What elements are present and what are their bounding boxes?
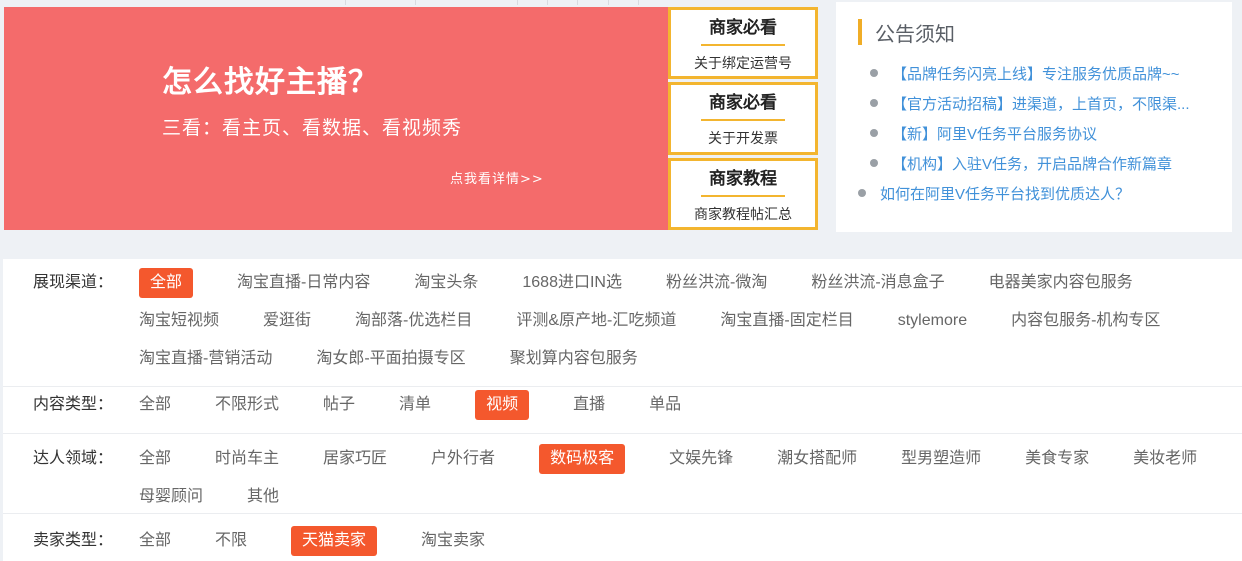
filter-row-content-type: 内容类型： 全部 不限形式 帖子 清单 视频 直播 单品 [3,387,1242,434]
filter-option[interactable]: stylemore [898,306,967,336]
card-subtitle: 商家教程帖汇总 [694,204,792,224]
announcement-list: 【品牌任务闪亮上线】专注服务优质品牌~~ 【官方活动招稿】进渠道，上首页，不限渠… [858,58,1214,208]
filter-option[interactable]: 聚划算内容包服务 [510,344,638,374]
filter-options: 全部 时尚车主 居家巧匠 户外行者 数码极客 文娱先锋 潮女搭配师 型男塑造师 … [139,444,1242,512]
filter-option[interactable]: 爱逛街 [263,306,311,336]
bullet-icon [870,129,878,137]
announcement-link[interactable]: 【官方活动招稿】进渠道，上首页，不限渠... [892,93,1190,114]
card-underline [701,195,785,197]
bullet-icon [858,189,866,197]
tick [415,0,416,5]
filter-row-seller-type: 卖家类型： 全部 不限 天猫卖家 淘宝卖家 [3,514,1242,561]
announcement-header: 公告须知 [858,18,1214,46]
filter-option[interactable]: 型男塑造师 [901,444,981,474]
tick [638,0,639,5]
filter-option[interactable]: 母婴顾问 [139,482,203,512]
accent-bar [858,19,862,45]
announcement-item: 【机构】入驻V任务，开启品牌合作新篇章 [858,148,1214,178]
filter-option[interactable]: 粉丝洪流-消息盒子 [811,268,944,298]
announcement-item: 【官方活动招稿】进渠道，上首页，不限渠... [858,88,1214,118]
filter-option[interactable]: 全部 [139,390,171,420]
bullet-icon [870,69,878,77]
banner-cta-link[interactable]: 点我看详情>> [450,168,544,187]
filter-options: 全部 不限形式 帖子 清单 视频 直播 单品 [139,390,1242,420]
merchant-notice-card[interactable]: 商家教程 商家教程帖汇总 [668,158,818,230]
announcement-item: 【品牌任务闪亮上线】专注服务优质品牌~~ [858,58,1214,88]
announcement-link[interactable]: 【品牌任务闪亮上线】专注服务优质品牌~~ [892,63,1180,84]
card-underline [701,44,785,46]
filter-option[interactable]: 全部 [139,268,193,298]
announcement-panel: 公告须知 【品牌任务闪亮上线】专注服务优质品牌~~ 【官方活动招稿】进渠道，上首… [836,2,1232,232]
filter-options: 全部 淘宝直播-日常内容 淘宝头条 1688进口IN选 粉丝洪流-微淘 粉丝洪流… [139,268,1242,374]
announcement-item: 如何在阿里V任务平台找到优质达人？ [858,178,1214,208]
filter-option[interactable]: 内容包服务-机构专区 [1011,306,1160,336]
filter-option[interactable]: 淘宝头条 [414,268,478,298]
filter-option[interactable]: 户外行者 [431,444,495,474]
filter-option[interactable]: 文娱先锋 [669,444,733,474]
filter-row-display-channel: 展现渠道： 全部 淘宝直播-日常内容 淘宝头条 1688进口IN选 粉丝洪流-微… [3,259,1242,387]
filter-option[interactable]: 直播 [573,390,605,420]
banner-subtitle: 三看：看主页、看数据、看视频秀 [162,113,462,140]
filter-option[interactable]: 潮女搭配师 [777,444,857,474]
merchant-notice-boxes: 商家必看 关于绑定运营号 商家必看 关于开发票 商家教程 商家教程帖汇总 [668,7,818,230]
filter-option[interactable]: 时尚车主 [215,444,279,474]
card-title: 商家必看 [709,88,777,113]
filter-label: 达人领域： [3,444,139,512]
filter-option[interactable]: 其他 [247,482,279,512]
card-subtitle: 关于绑定运营号 [694,53,792,73]
filter-option[interactable]: 电器美家内容包服务 [989,268,1133,298]
banner-title: 怎么找好主播？ [162,57,379,101]
filter-option[interactable]: 淘宝直播-固定栏目 [720,306,853,336]
card-title: 商家必看 [709,13,777,38]
card-subtitle: 关于开发票 [708,128,778,148]
filter-option[interactable]: 淘女郎-平面拍摄专区 [316,344,465,374]
tick [517,0,518,5]
filter-panel: 展现渠道： 全部 淘宝直播-日常内容 淘宝头条 1688进口IN选 粉丝洪流-微… [3,259,1242,561]
tick [577,0,578,5]
filter-option[interactable]: 单品 [649,390,681,420]
filter-option[interactable]: 美食专家 [1025,444,1089,474]
filter-option[interactable]: 粉丝洪流-微淘 [666,268,767,298]
filter-option[interactable]: 淘宝直播-日常内容 [237,268,370,298]
announcement-title: 公告须知 [875,18,955,47]
announcement-link[interactable]: 【机构】入驻V任务，开启品牌合作新篇章 [892,153,1172,174]
filter-option[interactable]: 淘部落-优选栏目 [355,306,472,336]
filter-option[interactable]: 视频 [475,390,529,420]
filter-label: 内容类型： [3,390,139,420]
filter-option[interactable]: 美妆老师 [1133,444,1197,474]
tick [608,0,609,5]
filter-row-talent-field: 达人领域： 全部 时尚车主 居家巧匠 户外行者 数码极客 文娱先锋 潮女搭配师 … [3,434,1242,514]
tick [547,0,548,5]
announcement-link[interactable]: 【新】阿里V任务平台服务协议 [892,123,1097,144]
announcement-item: 【新】阿里V任务平台服务协议 [858,118,1214,148]
filter-label: 展现渠道： [3,268,139,374]
merchant-notice-card[interactable]: 商家必看 关于开发票 [668,82,818,154]
filter-option[interactable]: 评测&原产地-汇吃频道 [516,306,676,336]
filter-option[interactable]: 全部 [139,444,171,474]
filter-option[interactable]: 居家巧匠 [323,444,387,474]
bullet-icon [870,99,878,107]
merchant-notice-card[interactable]: 商家必看 关于绑定运营号 [668,7,818,79]
promo-banner: 怎么找好主播？ 三看：看主页、看数据、看视频秀 点我看详情>> [4,7,668,230]
announcement-link[interactable]: 如何在阿里V任务平台找到优质达人？ [880,183,1130,204]
card-title: 商家教程 [709,164,777,189]
filter-option[interactable]: 数码极客 [539,444,625,474]
filter-option[interactable]: 不限形式 [215,390,279,420]
tick [345,0,346,5]
filter-option[interactable]: 清单 [399,390,431,420]
bullet-icon [870,159,878,167]
filter-option[interactable]: 1688进口IN选 [522,268,622,298]
filter-option[interactable]: 淘宝直播-营销活动 [139,344,272,374]
filter-option[interactable]: 帖子 [323,390,355,420]
filter-option[interactable]: 淘宝短视频 [139,306,219,336]
card-underline [701,119,785,121]
